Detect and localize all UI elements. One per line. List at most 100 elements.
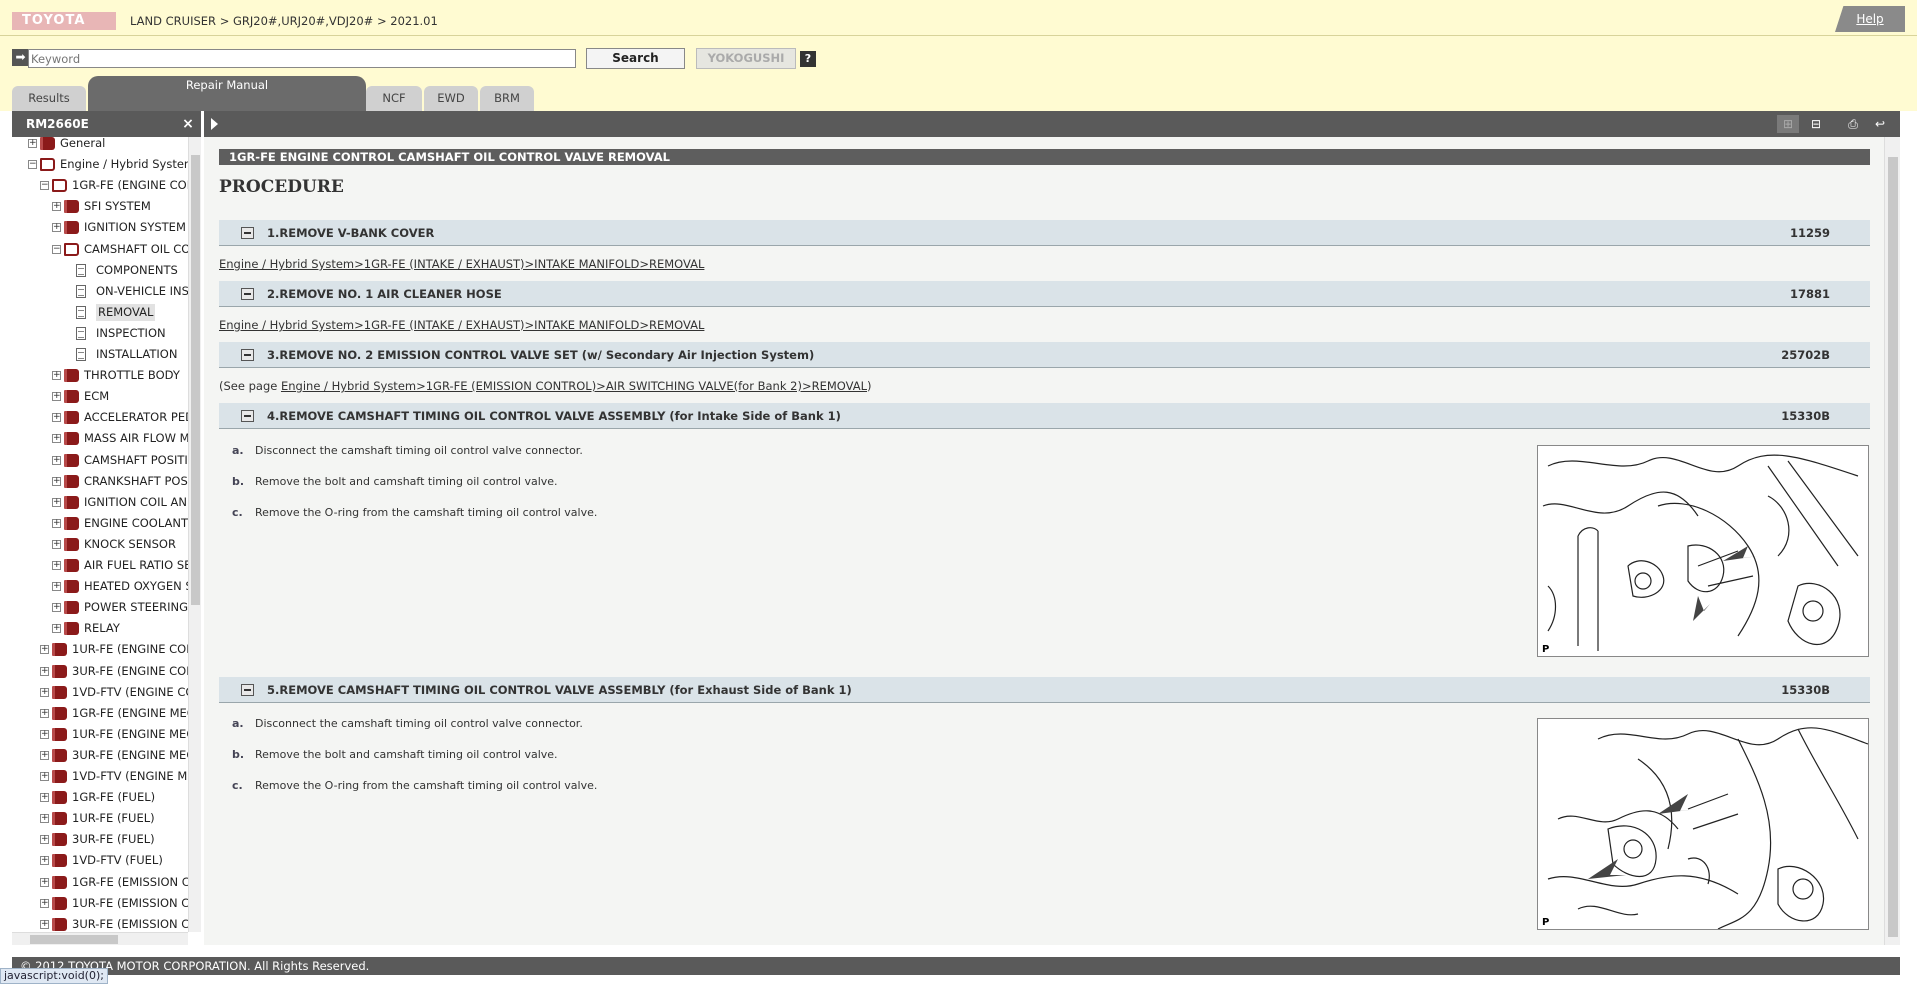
tree-item[interactable]: − 1GR-FE (ENGINE CONTROL) [12,177,188,194]
tree-item[interactable]: + KNOCK SENSOR [12,536,188,553]
reference-link[interactable]: Engine / Hybrid System>1GR-FE (EMISSION … [281,379,867,393]
expand-icon[interactable]: + [40,666,49,676]
tree-item[interactable]: − CAMSHAFT OIL CONTROL VALVE [12,241,188,258]
tree-item[interactable]: +1VD-FTV (ENGINE MECHANICAL) [12,768,188,785]
expand-icon[interactable]: + [40,856,49,866]
expand-icon[interactable]: + [52,539,61,549]
tree-item[interactable]: +3UR-FE (ENGINE MECHANICAL) [12,747,188,764]
tree-item[interactable]: + THROTTLE BODY [12,367,188,384]
yokogushi-button[interactable]: YOKOGUSHI [696,48,796,69]
step-header[interactable]: 5.REMOVE CAMSHAFT TIMING OIL CONTROL VAL… [219,677,1870,703]
expand-icon[interactable]: + [40,772,49,781]
tree-item[interactable]: +1UR-FE (EMISSION CONTROL) [12,895,188,912]
expand-icon[interactable]: + [52,476,61,486]
tree-item[interactable]: + SFI SYSTEM [12,198,188,215]
collapse-icon[interactable]: − [28,160,37,170]
tree-item[interactable]: +1UR-FE (ENGINE MECHANICAL) [12,726,188,743]
content-scroll-thumb[interactable] [1888,157,1898,937]
tree-item[interactable]: REMOVAL [12,303,188,321]
expand-icon[interactable]: + [52,223,61,233]
collapse-icon[interactable]: − [40,181,49,191]
expand-icon[interactable]: + [52,434,61,444]
tree-item[interactable]: +1GR-FE (FUEL) [12,789,188,806]
tree-item[interactable]: ON-VEHICLE INSPECTION [12,283,188,300]
tree-item[interactable]: COMPONENTS [12,262,188,279]
tree-item[interactable]: +1UR-FE (FUEL) [12,810,188,827]
engine-illustration-exhaust[interactable]: P [1537,718,1869,930]
close-icon[interactable]: × [179,111,197,137]
tab-brm[interactable]: BRM [480,86,534,111]
tree-item[interactable]: + ACCELERATOR PEDAL [12,409,188,426]
expand-icon[interactable]: + [52,624,61,634]
expand-icon[interactable]: + [40,877,49,887]
print-icon[interactable]: ⎙ [1842,115,1864,133]
expand-icon[interactable]: + [40,814,49,824]
expand-icon[interactable]: + [40,750,49,760]
back-icon[interactable]: ↩ [1869,115,1891,133]
help-link[interactable]: Help [1835,6,1905,32]
expand-panel-icon[interactable] [211,118,218,130]
step-header[interactable]: 1.REMOVE V-BANK COVER 11259 [219,220,1870,246]
tree-item[interactable]: +1UR-FE (ENGINE CONTROL) [12,641,188,658]
expand-icon[interactable]: + [40,919,49,929]
step-header[interactable]: 3.REMOVE NO. 2 EMISSION CONTROL VALVE SE… [219,342,1870,368]
collapse-icon[interactable]: − [52,244,61,254]
collapse-icon[interactable] [241,684,254,696]
tree-item[interactable]: + MASS AIR FLOW METER [12,430,188,447]
tab-results[interactable]: Results [12,86,86,111]
tree-item[interactable]: + AIR FUEL RATIO SENSOR [12,557,188,574]
tree-item[interactable]: + CAMSHAFT POSITION SENSOR [12,452,188,469]
tree-item[interactable]: +1VD-FTV (FUEL) [12,852,188,869]
reference-link[interactable]: Engine / Hybrid System>1GR-FE (INTAKE / … [219,257,704,271]
expand-icon[interactable]: + [52,497,61,507]
step-header[interactable]: 4.REMOVE CAMSHAFT TIMING OIL CONTROL VAL… [219,403,1870,429]
reference-link[interactable]: Engine / Hybrid System>1GR-FE (INTAKE / … [219,318,704,332]
expand-icon[interactable]: + [52,455,61,465]
expand-icon[interactable]: + [52,392,61,402]
tree-item[interactable]: + CRANKSHAFT POSITION SENSOR [12,473,188,490]
tree-item[interactable]: INSTALLATION [12,346,188,363]
expand-icon[interactable]: + [52,603,61,613]
step-header[interactable]: 2.REMOVE NO. 1 AIR CLEANER HOSE 17881 [219,281,1870,307]
tree-hscroll-thumb[interactable] [30,935,118,944]
tree-item[interactable]: +1GR-FE (ENGINE MECHANICAL) [12,705,188,722]
tree-vertical-scrollbar[interactable] [188,137,201,932]
tree-item[interactable]: + ENGINE COOLANT TEMPERATURE SENSOR [12,515,188,532]
expand-icon[interactable]: + [28,139,37,148]
expand-all-icon[interactable]: ⊞ [1777,115,1799,133]
tree-item[interactable]: + ECM [12,388,188,405]
tree-scroll-thumb[interactable] [191,155,200,605]
expand-icon[interactable]: + [40,793,49,803]
expand-icon[interactable]: + [52,561,61,570]
tree-item[interactable]: + General [12,137,188,152]
expand-icon[interactable]: + [40,687,49,697]
tab-ncf[interactable]: NCF [366,86,422,111]
tree-item[interactable]: + RELAY [12,620,188,637]
expand-icon[interactable]: + [40,898,49,908]
tree-item[interactable]: +3UR-FE (EMISSION CONTROL) [12,916,188,932]
tree-item[interactable]: + POWER STEERING OIL PRESSURE SWITCH [12,599,188,616]
content-vertical-scrollbar[interactable] [1884,137,1900,945]
tree-item[interactable]: +1GR-FE (EMISSION CONTROL) [12,874,188,891]
collapse-icon[interactable] [241,227,254,239]
collapse-all-icon[interactable]: ⊟ [1805,115,1827,133]
tree-item[interactable]: + IGNITION SYSTEM [12,219,188,236]
search-button[interactable]: Search [586,48,685,69]
tree-item[interactable]: + IGNITION COIL AND SPARK PLUG [12,494,188,511]
help-question-icon[interactable]: ? [800,51,816,67]
expand-icon[interactable]: + [52,518,61,528]
tree-item[interactable]: − Engine / Hybrid System [12,156,188,173]
tree-item[interactable]: INSPECTION [12,325,188,342]
expand-icon[interactable]: + [52,582,61,592]
tree-item[interactable]: +3UR-FE (FUEL) [12,831,188,848]
expand-icon[interactable]: + [40,729,49,739]
tree-item[interactable]: +3UR-FE (ENGINE CONTROL) [12,663,188,680]
tree-horizontal-scrollbar[interactable] [12,932,188,945]
collapse-icon[interactable] [241,410,254,422]
keyword-input[interactable] [28,49,576,68]
tab-repair-manual[interactable]: Repair Manual [88,76,366,111]
expand-icon[interactable]: + [52,202,61,212]
tab-ewd[interactable]: EWD [424,86,478,111]
engine-illustration-intake[interactable]: P [1537,445,1869,657]
expand-icon[interactable]: + [40,645,49,655]
